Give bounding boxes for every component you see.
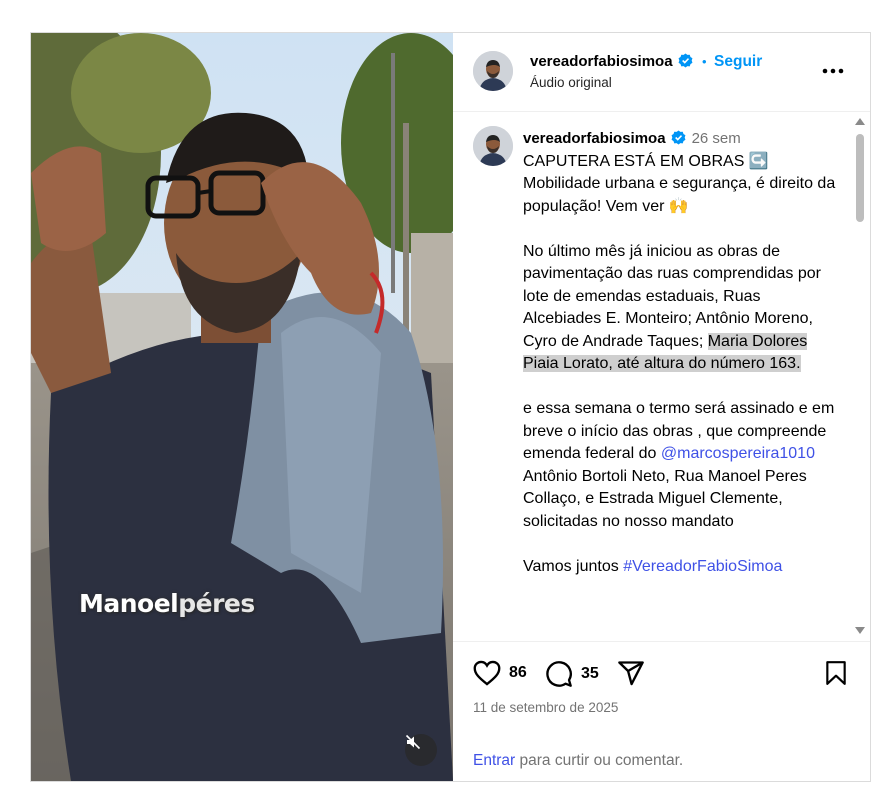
post-header: vereadorfabiosimoa • Seguir Áudio origin… (453, 33, 870, 112)
save-action (824, 660, 848, 686)
login-prompt-text: para curtir ou comentar. (515, 752, 684, 769)
comment-action: 35 (545, 660, 599, 688)
scroll-up-arrow-icon[interactable] (855, 118, 865, 125)
hashtag-link[interactable]: #VereadorFabioSimoa (623, 558, 782, 575)
audio-label[interactable]: Áudio original (530, 75, 612, 90)
header-separator: • (702, 54, 707, 69)
scrollbar-thumb[interactable] (856, 134, 864, 222)
comment-count[interactable]: 35 (581, 665, 599, 683)
video-caption-overlay: Manoelpéres (79, 589, 255, 618)
like-action: 86 (473, 660, 527, 686)
mention-link[interactable]: @marcospereira1010 (661, 445, 815, 462)
avatar[interactable] (473, 51, 513, 91)
share-icon[interactable] (617, 660, 645, 686)
follow-button[interactable]: Seguir (714, 53, 762, 70)
caption-username[interactable]: vereadorfabiosimoa (523, 130, 666, 147)
bookmark-icon[interactable] (824, 660, 848, 686)
header-username[interactable]: vereadorfabiosimoa (530, 53, 673, 70)
verified-badge-icon (671, 130, 685, 145)
muted-speaker-icon (405, 734, 421, 750)
comment-icon[interactable] (545, 660, 573, 688)
login-prompt: Entrar para curtir ou comentar. (473, 752, 683, 770)
post-date[interactable]: 11 de setembro de 2025 (473, 700, 618, 715)
caption-avatar[interactable] (473, 126, 513, 166)
caption-word-1: Manoel (79, 589, 179, 618)
like-count[interactable]: 86 (509, 664, 527, 682)
login-link[interactable]: Entrar (473, 752, 515, 769)
scrollbar[interactable] (852, 112, 868, 641)
caption-paragraph-2-rest: Antônio Bortoli Neto, Rua Manoel Peres C… (523, 467, 807, 530)
profile-photo-icon (473, 126, 513, 166)
verified-badge-icon (678, 53, 692, 68)
video-frame (31, 33, 453, 781)
profile-photo-icon (473, 51, 513, 91)
actions-section: 86 35 11 de setembro de 2025 Entrar para… (453, 641, 870, 782)
caption-scroll-area[interactable]: vereadorfabiosimoa 26 sem CAPUTERA ESTÁ E… (453, 112, 870, 641)
more-options-button[interactable] (822, 63, 844, 74)
caption-line-2: Mobilidade urbana e segurança, é direito… (523, 175, 836, 215)
post-caption: vereadorfabiosimoa 26 sem CAPUTERA ESTÁ E… (523, 128, 838, 578)
post-time[interactable]: 26 sem (692, 130, 741, 147)
share-action (617, 660, 645, 686)
heart-icon[interactable] (473, 660, 501, 686)
caption-paragraph-1: No último mês já iniciou as obras de pav… (523, 241, 838, 376)
caption-closing-text: Vamos juntos (523, 557, 624, 575)
mute-button[interactable] (405, 734, 437, 766)
caption-line-1: CAPUTERA ESTÁ EM OBRAS ↪️ (523, 152, 769, 170)
post-card: Manoelpéres vereadorfabiosimoa • Seguir … (30, 32, 871, 782)
caption-header: vereadorfabiosimoa 26 sem (523, 128, 838, 151)
video-player[interactable]: Manoelpéres (31, 33, 453, 781)
caption-word-2: péres (178, 589, 255, 618)
caption-closing: Vamos juntos #VereadorFabioSimoa (523, 556, 838, 579)
more-options-icon (822, 68, 844, 74)
post-side-panel: vereadorfabiosimoa • Seguir Áudio origin… (453, 33, 870, 781)
header-user-row: vereadorfabiosimoa • Seguir (530, 53, 762, 71)
caption-paragraph-2: e essa semana o termo será assinado e em… (523, 398, 838, 533)
scroll-down-arrow-icon[interactable] (855, 627, 865, 634)
